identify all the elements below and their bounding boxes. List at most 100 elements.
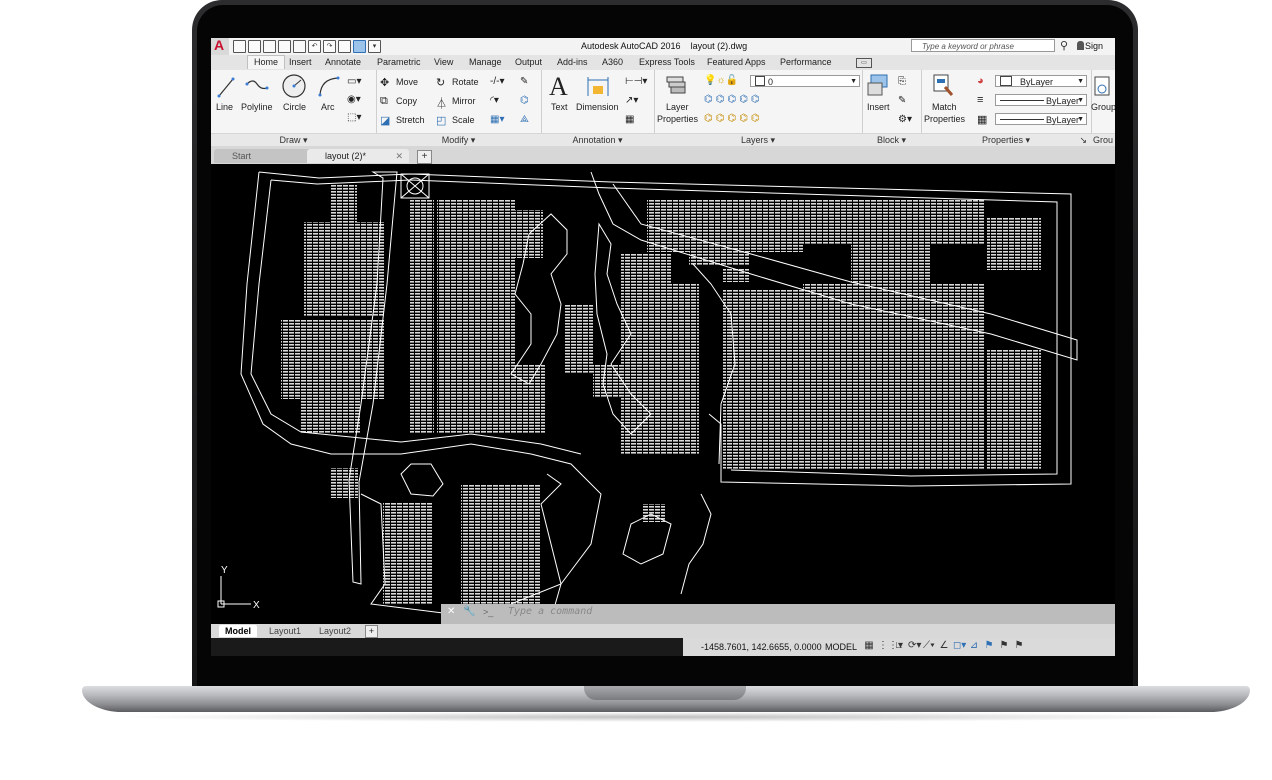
binoculars-icon[interactable]: ⚲ xyxy=(1060,39,1068,52)
arc-label[interactable]: Arc xyxy=(321,102,335,112)
tab-start[interactable]: Start xyxy=(214,149,314,163)
add-layout-button[interactable]: + xyxy=(365,625,378,638)
move-icon[interactable]: ✥ xyxy=(380,76,389,89)
match-properties-label-2[interactable]: Properties xyxy=(924,114,965,124)
circle-icon[interactable] xyxy=(281,73,307,99)
block-attribute-icon[interactable]: ⚙▾ xyxy=(898,114,912,125)
object-snap-icon[interactable]: ◻▾ xyxy=(953,640,966,651)
tab-a360[interactable]: A360 xyxy=(602,57,623,67)
coordinates-readout[interactable]: -1458.7601, 142.6655, 0.0000 xyxy=(701,642,822,652)
sign-in-link[interactable]: Sign xyxy=(1085,41,1103,51)
move-button[interactable]: Move xyxy=(396,77,418,87)
annotation-scale-icon[interactable]: ⊿ xyxy=(968,640,980,651)
linear-dim-icon[interactable]: ⊢⊣▾ xyxy=(625,76,647,87)
tab-express-tools[interactable]: Express Tools xyxy=(639,57,695,67)
line-label[interactable]: Line xyxy=(216,102,233,112)
auto-scale-icon[interactable]: ⚑ xyxy=(998,640,1010,651)
rotate-icon[interactable]: ↻ xyxy=(436,76,445,89)
insert-button[interactable]: Insert xyxy=(867,102,890,112)
object-snap-tracking-icon[interactable]: ∠ xyxy=(938,640,950,651)
snap-mode-icon[interactable]: ⋮⋮▾ xyxy=(878,640,903,651)
application-menu-button[interactable]: A xyxy=(211,38,229,55)
drawing-canvas[interactable]: Y X xyxy=(211,164,1115,624)
undo-icon[interactable]: ↶ xyxy=(308,40,321,53)
hatch-icon[interactable]: ◉▾ xyxy=(347,94,361,105)
array-icon[interactable]: ▦▾ xyxy=(490,114,504,125)
save-as-icon[interactable] xyxy=(278,40,291,53)
fillet-icon[interactable]: ◜▾ xyxy=(490,95,499,106)
tab-layout1[interactable]: Layout1 xyxy=(263,625,307,637)
create-block-icon[interactable]: ⎘ xyxy=(898,76,906,87)
command-input[interactable]: Type a command xyxy=(508,606,592,617)
polar-tracking-icon[interactable]: ⟳▾ xyxy=(908,640,921,651)
isodraft-icon[interactable]: ⟋▾ xyxy=(923,640,935,651)
close-icon[interactable]: ✕ xyxy=(447,606,455,617)
tab-layout2[interactable]: Layout2 xyxy=(313,625,357,637)
arc-icon[interactable] xyxy=(317,75,341,97)
help-search-input[interactable]: Type a keyword or phrase xyxy=(911,39,1055,52)
group-button[interactable]: Group xyxy=(1091,102,1115,112)
leader-icon[interactable]: ↗▾ xyxy=(625,95,638,106)
tab-home[interactable]: Home xyxy=(247,55,286,69)
workspace-icon[interactable] xyxy=(338,40,351,53)
layer-properties-icon[interactable] xyxy=(664,73,688,97)
wrench-icon[interactable]: 🔧 xyxy=(463,606,475,617)
group-icon[interactable] xyxy=(1093,75,1113,97)
layer-state-icons[interactable]: 💡☼🔓 xyxy=(704,75,738,86)
tab-layout-drawing[interactable]: layout (2)* ✕ xyxy=(307,149,409,163)
tab-featured-apps[interactable]: Featured Apps xyxy=(707,57,766,67)
annotation-visibility-icon[interactable]: ⚑ xyxy=(983,640,995,651)
polyline-label[interactable]: Polyline xyxy=(241,102,273,112)
copy-button[interactable]: Copy xyxy=(396,96,417,106)
modify-panel-title[interactable]: Modify ▾ xyxy=(376,133,541,146)
groups-panel-title[interactable]: Grou xyxy=(1091,133,1115,146)
line-icon[interactable] xyxy=(217,76,235,98)
stretch-button[interactable]: Stretch xyxy=(396,115,425,125)
save-icon[interactable] xyxy=(263,40,276,53)
text-button[interactable]: Text xyxy=(551,102,568,112)
match-properties-label-1[interactable]: Match xyxy=(932,102,957,112)
linetype-dropdown[interactable]: ByLayer ▼ xyxy=(995,94,1087,106)
new-drawing-tab-button[interactable]: + xyxy=(417,150,432,164)
region-icon[interactable]: ⬚▾ xyxy=(347,112,361,123)
dimension-button[interactable]: Dimension xyxy=(576,102,619,112)
scale-icon[interactable]: ◰ xyxy=(436,114,446,127)
properties-toggle-icon[interactable] xyxy=(353,40,366,53)
tab-view[interactable]: View xyxy=(434,57,453,67)
layer-properties-label-2[interactable]: Properties xyxy=(657,114,698,124)
grid-icon[interactable]: ▦ xyxy=(863,640,875,651)
block-panel-title[interactable]: Block ▾ xyxy=(862,133,921,146)
layer-tools-row1-icons[interactable]: ⌬⌬⌬⌬⌬ xyxy=(704,94,763,105)
color-dropdown[interactable]: ByLayer ▼ xyxy=(995,75,1087,87)
properties-panel-title[interactable]: Properties ▾ ↘ xyxy=(921,133,1091,146)
offset-icon[interactable]: ⟁ xyxy=(520,114,529,125)
trim-icon[interactable]: -/-▾ xyxy=(490,76,504,87)
table-icon[interactable]: ▦ xyxy=(625,114,634,125)
mirror-button[interactable]: Mirror xyxy=(452,96,476,106)
explode-icon[interactable]: ⌬ xyxy=(520,95,529,106)
ortho-icon[interactable]: ∟ xyxy=(893,640,905,651)
tab-add-ins[interactable]: Add-ins xyxy=(557,57,588,67)
ribbon-minimize-icon[interactable]: ▭ xyxy=(856,58,872,68)
layer-tools-row2-icons[interactable]: ⌬⌬⌬⌬⌬ xyxy=(704,113,763,124)
qat-dropdown-icon[interactable]: ▾ xyxy=(368,40,381,53)
close-icon[interactable]: ✕ xyxy=(395,149,403,163)
circle-label[interactable]: Circle xyxy=(283,102,306,112)
new-icon[interactable] xyxy=(233,40,246,53)
scale-button[interactable]: Scale xyxy=(452,115,475,125)
layers-panel-title[interactable]: Layers ▾ xyxy=(654,133,862,146)
tab-output[interactable]: Output xyxy=(515,57,542,67)
open-icon[interactable] xyxy=(248,40,261,53)
tab-performance[interactable]: Performance xyxy=(780,57,832,67)
annotation-panel-title[interactable]: Annotation ▾ xyxy=(541,133,654,146)
model-space-button[interactable]: MODEL xyxy=(825,642,857,652)
plot-icon[interactable] xyxy=(293,40,306,53)
stretch-icon[interactable]: ◪ xyxy=(380,114,390,127)
layer-dropdown[interactable]: 0 ▼ xyxy=(750,75,860,87)
edit-block-icon[interactable]: ✎ xyxy=(898,95,906,106)
workspace-switch-icon[interactable]: ⚑ xyxy=(1013,640,1025,651)
tab-insert[interactable]: Insert xyxy=(289,57,312,67)
redo-icon[interactable]: ↷ xyxy=(323,40,336,53)
polyline-icon[interactable] xyxy=(245,76,269,98)
copy-icon[interactable]: ⧉ xyxy=(380,95,388,108)
